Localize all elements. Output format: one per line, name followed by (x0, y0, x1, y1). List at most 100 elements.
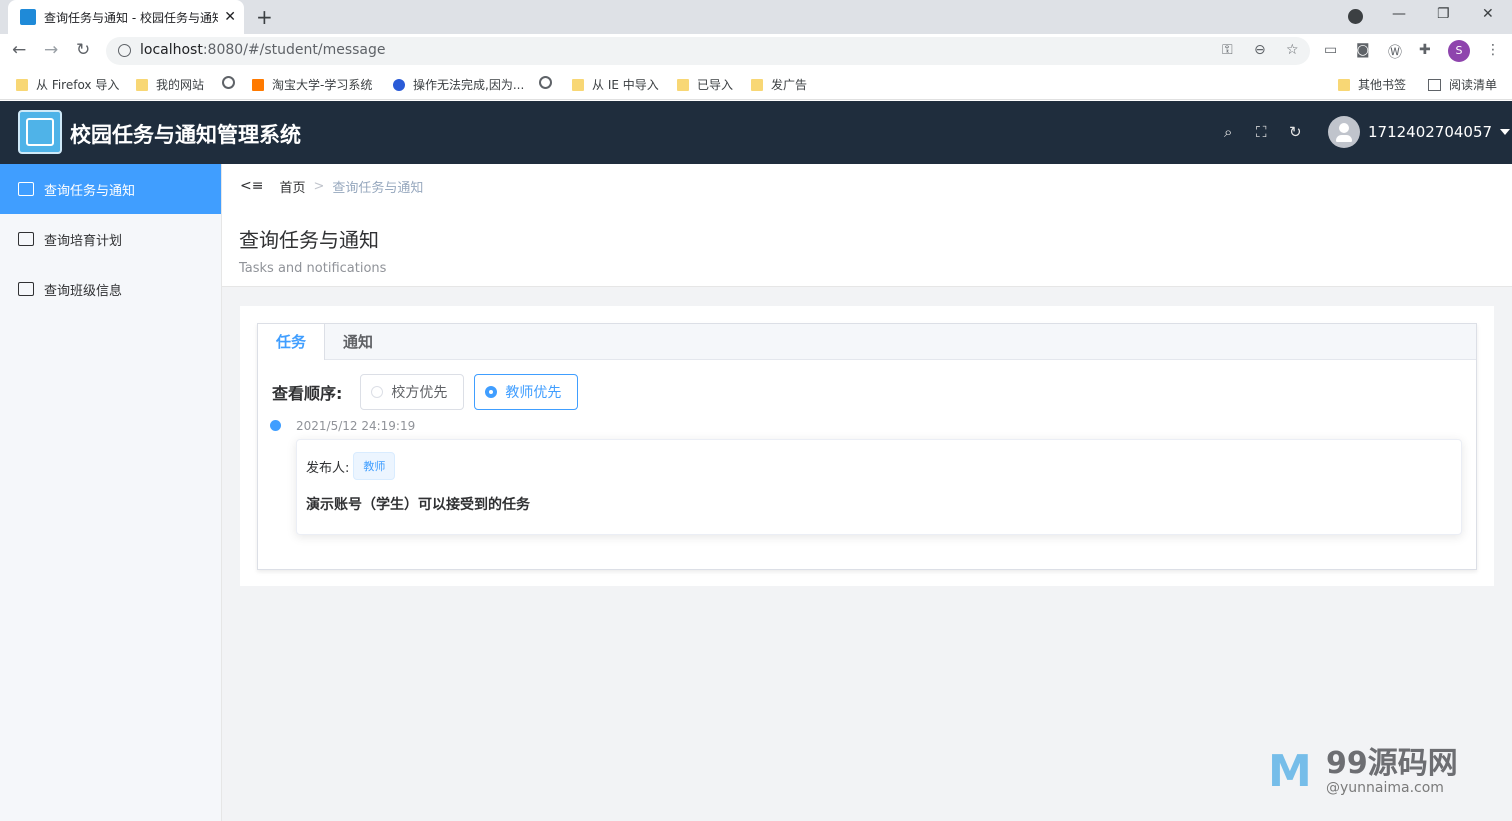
back-icon[interactable]: ← (12, 40, 26, 60)
close-tab-icon[interactable]: ✕ (224, 9, 236, 25)
globe-icon (539, 76, 552, 89)
browser-menu-icon[interactable]: ⋮ (1486, 42, 1500, 58)
app-logo (18, 110, 62, 154)
order-label: 查看顺序: (272, 384, 343, 403)
reload-icon[interactable]: ↻ (76, 40, 90, 60)
org-icon (18, 282, 34, 296)
page-subtitle: Tasks and notifications (239, 261, 387, 276)
taobao-icon (252, 78, 264, 91)
forward-icon[interactable]: → (44, 40, 58, 60)
content-card: 任务 通知 查看顺序: 校方优先 教师优先 2021/5/12 24:19:19… (240, 306, 1494, 586)
page-title: 查询任务与通知 (239, 228, 379, 252)
cast-icon[interactable]: ▭ (1324, 42, 1337, 58)
folder-icon (677, 78, 689, 91)
sidebar-item-label: 查询班级信息 (44, 283, 123, 299)
baidu-paw-icon (393, 78, 405, 91)
bookmark-item[interactable] (539, 76, 560, 89)
breadcrumb-separator: > (313, 178, 325, 194)
watermark-logo-icon: M (1268, 746, 1312, 797)
address-bar[interactable]: localhost:8080/#/student/message ⚿ ⊖ ☆ (106, 37, 1310, 65)
radio-label: 校方优先 (391, 385, 448, 401)
publisher-tag: 教师 (353, 452, 396, 480)
bookmark-item[interactable] (222, 76, 243, 89)
message-icon (18, 182, 34, 196)
bookmark-item[interactable]: 从 Firefox 导入 (16, 76, 119, 93)
tab-tasks[interactable]: 任务 (258, 324, 326, 360)
site-info-icon[interactable] (118, 44, 131, 57)
breadcrumb-current: 查询任务与通知 (332, 180, 424, 196)
browser-toolbar: ← → ↻ localhost:8080/#/student/message ⚿… (0, 34, 1512, 68)
extension-w-icon[interactable]: Ⓦ (1388, 42, 1402, 62)
app-title: 校园任务与通知管理系统 (70, 123, 301, 147)
folder-icon (1338, 78, 1350, 91)
main-content: <≡ 首页 > 查询任务与通知 查询任务与通知 Tasks and notifi… (222, 164, 1512, 821)
refresh-icon[interactable]: ↻ (1289, 123, 1302, 141)
zoom-icon[interactable]: ⊖ (1254, 42, 1266, 58)
order-selector: 查看顺序: 校方优先 教师优先 (272, 374, 588, 410)
bookmark-item[interactable]: 我的网站 (136, 76, 204, 93)
bookmark-item[interactable]: 操作无法完成,因为... (393, 76, 524, 93)
task-message: 演示账号（学生）可以接受到的任务 (306, 497, 530, 513)
radio-label: 教师优先 (505, 385, 562, 401)
folder-icon (751, 78, 763, 91)
publisher-row: 发布人: 教师 (306, 452, 396, 480)
site-favicon-icon (20, 9, 36, 25)
search-icon[interactable]: ⌕ (1224, 123, 1232, 141)
book-icon (18, 232, 34, 246)
timeline-timestamp: 2021/5/12 24:19:19 (296, 419, 416, 433)
watermark: M 99源码网 @yunnaima.com (1268, 736, 1498, 800)
watermark-brand: 99源码网 (1326, 746, 1458, 781)
browser-tab[interactable]: 查询任务与通知 - 校园任务与通知 ✕ (8, 0, 244, 34)
app-header: 校园任务与通知管理系统 ⌕ ⛶ ↻ 1712402704057 (0, 101, 1512, 164)
username: 1712402704057 (1368, 123, 1493, 141)
folder-icon (16, 78, 28, 91)
new-tab-icon[interactable]: + (256, 5, 273, 29)
bookmark-star-icon[interactable]: ☆ (1286, 42, 1299, 58)
sidebar-item-class[interactable]: 查询班级信息 (0, 264, 221, 314)
bookmark-other[interactable]: 其他书签 (1338, 76, 1406, 93)
folder-icon (136, 78, 148, 91)
browser-tab-title: 查询任务与通知 - 校园任务与通知 (44, 10, 219, 25)
breadcrumb: <≡ 首页 > 查询任务与通知 (222, 164, 1512, 208)
bookmark-item[interactable]: 淘宝大学-学习系统 (252, 76, 372, 93)
camera-icon[interactable]: ◙ (1356, 42, 1370, 58)
sidebar-item-label: 查询培育计划 (44, 233, 123, 249)
window-close-icon[interactable]: ✕ (1482, 6, 1494, 22)
timeline-dot (270, 420, 281, 431)
sidebar-item-plan[interactable]: 查询培育计划 (0, 214, 221, 264)
url-text: localhost:8080/#/student/message (140, 42, 386, 58)
collapse-menu-icon[interactable]: <≡ (240, 178, 263, 194)
sidebar-item-tasks[interactable]: 查询任务与通知 (0, 164, 221, 214)
bookmarks-bar: 从 Firefox 导入 我的网站 淘宝大学-学习系统 操作无法完成,因为...… (0, 68, 1512, 100)
restore-icon[interactable]: ❐ (1437, 6, 1450, 22)
caret-down-icon (1500, 129, 1511, 135)
bookmark-item[interactable]: 已导入 (677, 76, 733, 93)
tab-search-icon[interactable] (1348, 9, 1363, 24)
radio-icon (371, 386, 384, 398)
watermark-sub: @yunnaima.com (1326, 780, 1444, 796)
bookmark-item[interactable]: 发广告 (751, 76, 807, 93)
minimize-icon[interactable]: — (1392, 6, 1406, 22)
task-card: 发布人: 教师 演示账号（学生）可以接受到的任务 (296, 439, 1462, 535)
globe-icon (222, 76, 235, 89)
user-avatar (1328, 116, 1360, 148)
fullscreen-icon[interactable]: ⛶ (1256, 123, 1267, 141)
tab-notifications[interactable]: 通知 (325, 324, 391, 359)
user-menu[interactable]: 1712402704057 (1328, 116, 1511, 148)
radio-teacher-first[interactable]: 教师优先 (474, 374, 579, 410)
browser-tabstrip: 查询任务与通知 - 校园任务与通知 ✕ + — ❐ ✕ (0, 0, 1512, 34)
sidebar-item-label: 查询任务与通知 (44, 183, 136, 199)
extensions-puzzle-icon[interactable]: ✚ (1419, 42, 1431, 58)
bookmark-item[interactable]: 从 IE 中导入 (572, 76, 659, 93)
radio-checked-icon (485, 386, 498, 398)
reading-list-icon (1428, 78, 1441, 91)
tab-header: 任务 通知 (258, 324, 1476, 360)
reading-list[interactable]: 阅读清单 (1428, 76, 1497, 93)
breadcrumb-home[interactable]: 首页 (279, 177, 305, 196)
tabs-container: 任务 通知 查看顺序: 校方优先 教师优先 2021/5/12 24:19:19… (257, 323, 1477, 570)
key-icon[interactable]: ⚿ (1222, 42, 1233, 58)
sidebar: 查询任务与通知 查询培育计划 查询班级信息 (0, 164, 222, 821)
radio-school-first[interactable]: 校方优先 (360, 374, 465, 410)
profile-avatar[interactable]: S (1448, 40, 1470, 62)
folder-icon (572, 78, 584, 91)
